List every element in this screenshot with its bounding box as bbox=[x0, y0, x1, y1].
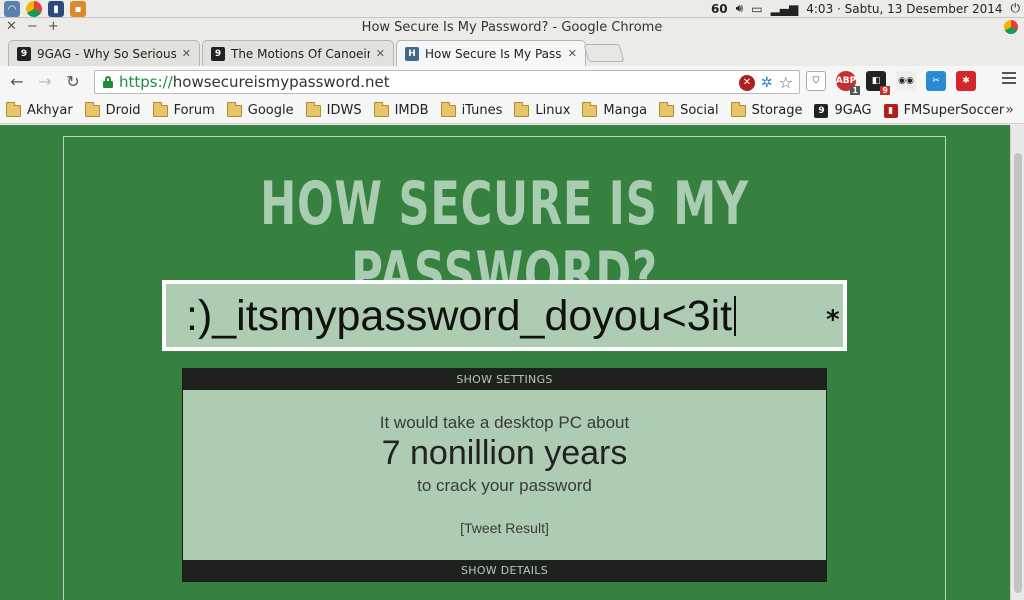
extension-page-action-icon[interactable]: ✲ bbox=[761, 75, 773, 91]
tab-canoeing[interactable]: 9 The Motions Of Canoeing ✕ bbox=[202, 40, 394, 66]
page-scrollbar[interactable] bbox=[1010, 125, 1024, 600]
bookmark-folder-forum[interactable]: Forum bbox=[152, 101, 215, 118]
adblock-plus-icon[interactable]: ABP 1 bbox=[836, 71, 860, 95]
clock[interactable]: 4:03 · Sabtu, 13 Desember 2014 bbox=[806, 2, 1002, 16]
battery-icon[interactable]: ▭ bbox=[751, 2, 762, 16]
address-bar[interactable]: https://howsecureismypassword.net ✕ ✲ ☆ bbox=[94, 70, 800, 94]
bookmarks-bar: Akhyar Droid Forum Google IDWS IMDB iTun… bbox=[0, 98, 1024, 124]
tweet-result-link[interactable]: [Tweet Result] bbox=[183, 520, 826, 536]
page-viewport: HOW SECURE IS MY PASSWORD? :)_itsmypassw… bbox=[0, 125, 1024, 600]
result-panel: SHOW SETTINGS It would take a desktop PC… bbox=[182, 368, 827, 582]
bookmark-folder-akhyar[interactable]: Akhyar bbox=[6, 101, 73, 118]
9gag-icon: 9 bbox=[814, 103, 829, 118]
hsimp-favicon-icon: H bbox=[405, 46, 419, 61]
incognito-mask-icon[interactable]: ◉◉ bbox=[896, 71, 916, 91]
fmsupersoccer-icon: ▮ bbox=[883, 103, 898, 118]
chrome-launcher-icon[interactable] bbox=[26, 1, 42, 17]
new-tab-button[interactable] bbox=[583, 44, 625, 62]
9gag-favicon-icon: 9 bbox=[211, 46, 225, 61]
show-settings-button[interactable]: SHOW SETTINGS bbox=[183, 369, 826, 390]
bookmark-folder-social[interactable]: Social bbox=[659, 101, 719, 118]
tab-label: How Secure Is My Passw bbox=[425, 46, 562, 61]
lastpass-icon[interactable]: ✱ bbox=[956, 71, 976, 91]
scrollbar-thumb[interactable] bbox=[1014, 153, 1022, 593]
result-time: 7 nonillion years bbox=[381, 434, 628, 472]
folder-icon bbox=[730, 101, 746, 117]
forward-button[interactable]: → bbox=[34, 71, 56, 93]
tab-9gag[interactable]: 9 9GAG - Why So Serious? ✕ bbox=[8, 40, 200, 66]
folder-icon bbox=[226, 101, 242, 117]
tab-label: The Motions Of Canoeing bbox=[231, 46, 370, 61]
toggle-masking-asterisk[interactable]: * bbox=[826, 305, 840, 335]
bookmark-folder-google[interactable]: Google bbox=[226, 101, 294, 118]
reload-button[interactable]: ↻ bbox=[62, 71, 84, 93]
app-launcher-icon[interactable]: ▮ bbox=[48, 1, 64, 17]
bookmark-folder-manga[interactable]: Manga bbox=[582, 101, 647, 118]
chrome-menu-icon[interactable] bbox=[1002, 72, 1016, 87]
result-intro: It would take a desktop PC about bbox=[379, 413, 630, 432]
bookmark-9gag[interactable]: 9 9GAG bbox=[814, 103, 872, 118]
folder-icon bbox=[84, 101, 100, 117]
scissors-extension-icon[interactable]: ✂ bbox=[926, 71, 946, 91]
bookmarks-overflow-icon[interactable]: » bbox=[1005, 102, 1014, 118]
battery-percent: 60 bbox=[710, 1, 728, 16]
tab-close-icon[interactable]: ✕ bbox=[182, 47, 191, 60]
blocked-content-icon[interactable]: ✕ bbox=[738, 74, 755, 91]
volume-icon[interactable]: 🔊︎ bbox=[736, 1, 744, 16]
network-icon[interactable]: ▂▄▆ bbox=[771, 2, 799, 16]
files-launcher-icon[interactable]: ▪ bbox=[70, 1, 86, 17]
browser-toolbar: ← → ↻ https://howsecureismypassword.net … bbox=[0, 66, 1024, 98]
folder-icon bbox=[373, 101, 389, 117]
system-top-panel: ◠ ▮ ▪ 60 🔊︎ ▭ ▂▄▆ 4:03 · Sabtu, 13 Desem… bbox=[0, 0, 1024, 18]
bookmark-folder-droid[interactable]: Droid bbox=[84, 101, 141, 118]
bookmark-folder-linux[interactable]: Linux bbox=[514, 101, 570, 118]
tab-close-icon[interactable]: ✕ bbox=[568, 47, 577, 60]
folder-icon bbox=[6, 101, 21, 117]
folder-icon bbox=[514, 101, 530, 117]
power-icon[interactable]: ⏻ bbox=[1011, 1, 1021, 16]
back-button[interactable]: ← bbox=[6, 71, 28, 93]
result-outro: to crack your password bbox=[417, 476, 592, 495]
bookmark-folder-imdb[interactable]: IMDB bbox=[373, 101, 429, 118]
window-title: How Secure Is My Password? - Google Chro… bbox=[361, 20, 663, 35]
extension-notifier-icon[interactable]: ◧ 9 bbox=[866, 71, 890, 95]
folder-icon bbox=[305, 101, 321, 117]
folder-icon bbox=[659, 101, 675, 117]
text-caret bbox=[734, 296, 737, 336]
url-text[interactable]: https://howsecureismypassword.net bbox=[119, 73, 390, 91]
folder-icon bbox=[582, 101, 598, 117]
9gag-favicon-icon: 9 bbox=[17, 46, 31, 61]
tab-strip: 9 9GAG - Why So Serious? ✕ 9 The Motions… bbox=[0, 38, 1024, 66]
bookmark-fmsupersoccer[interactable]: ▮ FMSuperSoccer bbox=[883, 103, 1004, 118]
password-value: :)_itsmypassword_doyou<3it bbox=[186, 292, 733, 340]
chrome-logo-icon bbox=[1004, 20, 1018, 34]
tab-label: 9GAG - Why So Serious? bbox=[37, 46, 176, 61]
tab-how-secure[interactable]: H How Secure Is My Passw ✕ bbox=[396, 40, 586, 66]
window-title-bar: ✕ − + How Secure Is My Password? - Googl… bbox=[0, 18, 1024, 38]
tab-close-icon[interactable]: ✕ bbox=[376, 47, 385, 60]
bookmark-star-icon[interactable]: ☆ bbox=[779, 73, 793, 92]
dash-icon[interactable]: ◠ bbox=[4, 1, 20, 17]
bookmark-folder-itunes[interactable]: iTunes bbox=[440, 101, 502, 118]
lock-icon[interactable] bbox=[103, 76, 113, 88]
folder-icon bbox=[440, 101, 456, 117]
bookmark-folder-idws[interactable]: IDWS bbox=[305, 101, 362, 118]
folder-icon bbox=[152, 101, 168, 117]
show-details-button[interactable]: SHOW DETAILS bbox=[183, 560, 826, 581]
shield-extension-icon[interactable]: ⛉ bbox=[806, 71, 826, 91]
bookmark-folder-storage[interactable]: Storage bbox=[730, 101, 802, 118]
password-input[interactable]: :)_itsmypassword_doyou<3it bbox=[162, 280, 847, 351]
